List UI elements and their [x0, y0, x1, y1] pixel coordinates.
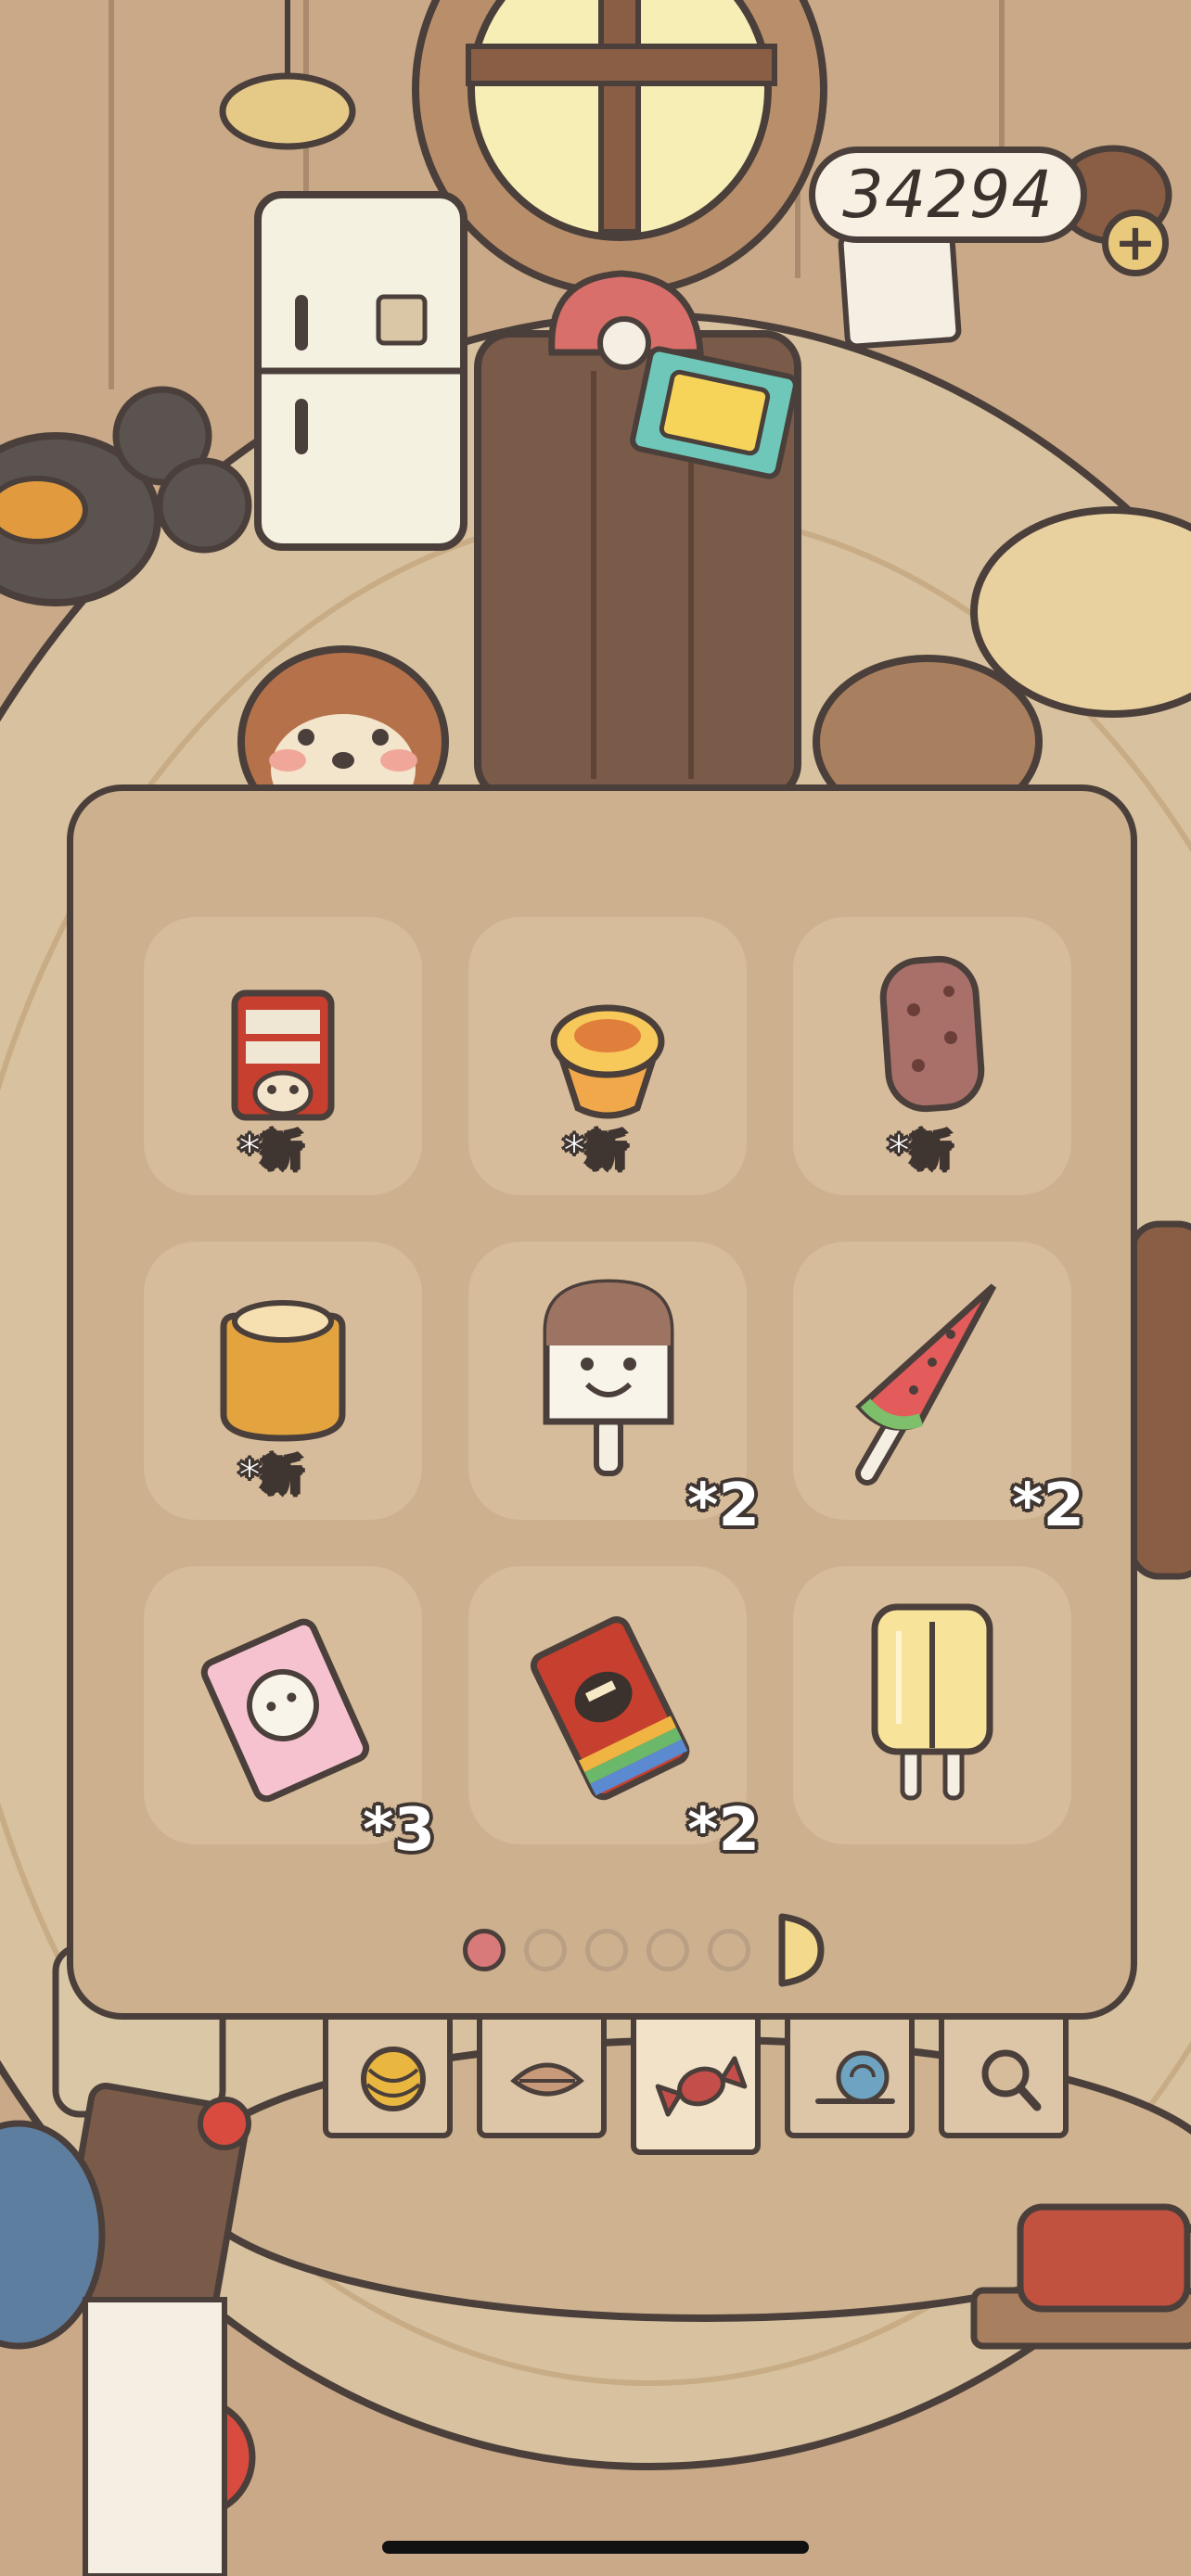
tab-leaf[interactable]: [477, 2020, 607, 2138]
page-dot-4[interactable]: [647, 1929, 689, 1971]
snail-icon: [815, 2050, 895, 2104]
slot-badge: *新: [237, 1449, 304, 1501]
slot-count: *2: [687, 1796, 760, 1865]
inventory-slot-pink-candy[interactable]: *3: [144, 1566, 435, 1865]
magnifier-icon: [981, 2049, 1042, 2111]
yarn-ball-icon: [361, 2047, 426, 2111]
inventory-slot-chocolate-popsicle[interactable]: *新: [793, 917, 1071, 1195]
add-coins-button[interactable]: +: [1102, 210, 1169, 276]
coin-balance: 34294: [809, 147, 1087, 243]
inventory-slot-watermelon-popsicle[interactable]: *2: [793, 1242, 1084, 1540]
tab-yarn[interactable]: [323, 2020, 453, 2138]
page-dot-5[interactable]: [708, 1929, 750, 1971]
tab-search[interactable]: [939, 2020, 1069, 2138]
page-dot-3[interactable]: [585, 1929, 628, 1971]
home-indicator[interactable]: [382, 2541, 809, 2554]
tab-candy[interactable]: [631, 2020, 761, 2155]
slot-count: *2: [1012, 1472, 1084, 1540]
inventory-slot-rainbow-candy[interactable]: *2: [468, 1566, 760, 1865]
candy-icon: [655, 2056, 748, 2117]
double-popsicle-icon: [871, 1603, 993, 1801]
slot-count: *2: [687, 1472, 760, 1540]
inventory-slot-egg-tart[interactable]: *新: [468, 917, 747, 1195]
inventory-slot-pudding[interactable]: *新: [144, 1242, 422, 1520]
next-page-icon[interactable]: [775, 1911, 826, 1989]
page-dot-2[interactable]: [524, 1929, 567, 1971]
slot-badge: *新: [562, 1125, 629, 1177]
page-dot-1[interactable]: [463, 1929, 506, 1971]
slot-count: *3: [363, 1796, 435, 1865]
plus-icon: +: [1114, 213, 1157, 272]
leaf-icon: [510, 2062, 584, 2097]
inventory-panel: *新 *新 *新 *新 *2 *2 *3 *2: [67, 784, 1137, 2020]
coin-amount: 34294: [842, 157, 1054, 233]
tab-snail[interactable]: [785, 2020, 915, 2138]
inventory-slot-double-popsicle[interactable]: [793, 1566, 1071, 1844]
slot-badge: *新: [887, 1125, 954, 1177]
fridge: [254, 191, 467, 551]
inventory-slot-smiley-popsicle[interactable]: *2: [468, 1242, 760, 1540]
page-indicator: [463, 1913, 826, 1987]
slot-badge: *新: [237, 1125, 304, 1177]
inventory-slot-milk-carton[interactable]: *新: [144, 917, 422, 1195]
